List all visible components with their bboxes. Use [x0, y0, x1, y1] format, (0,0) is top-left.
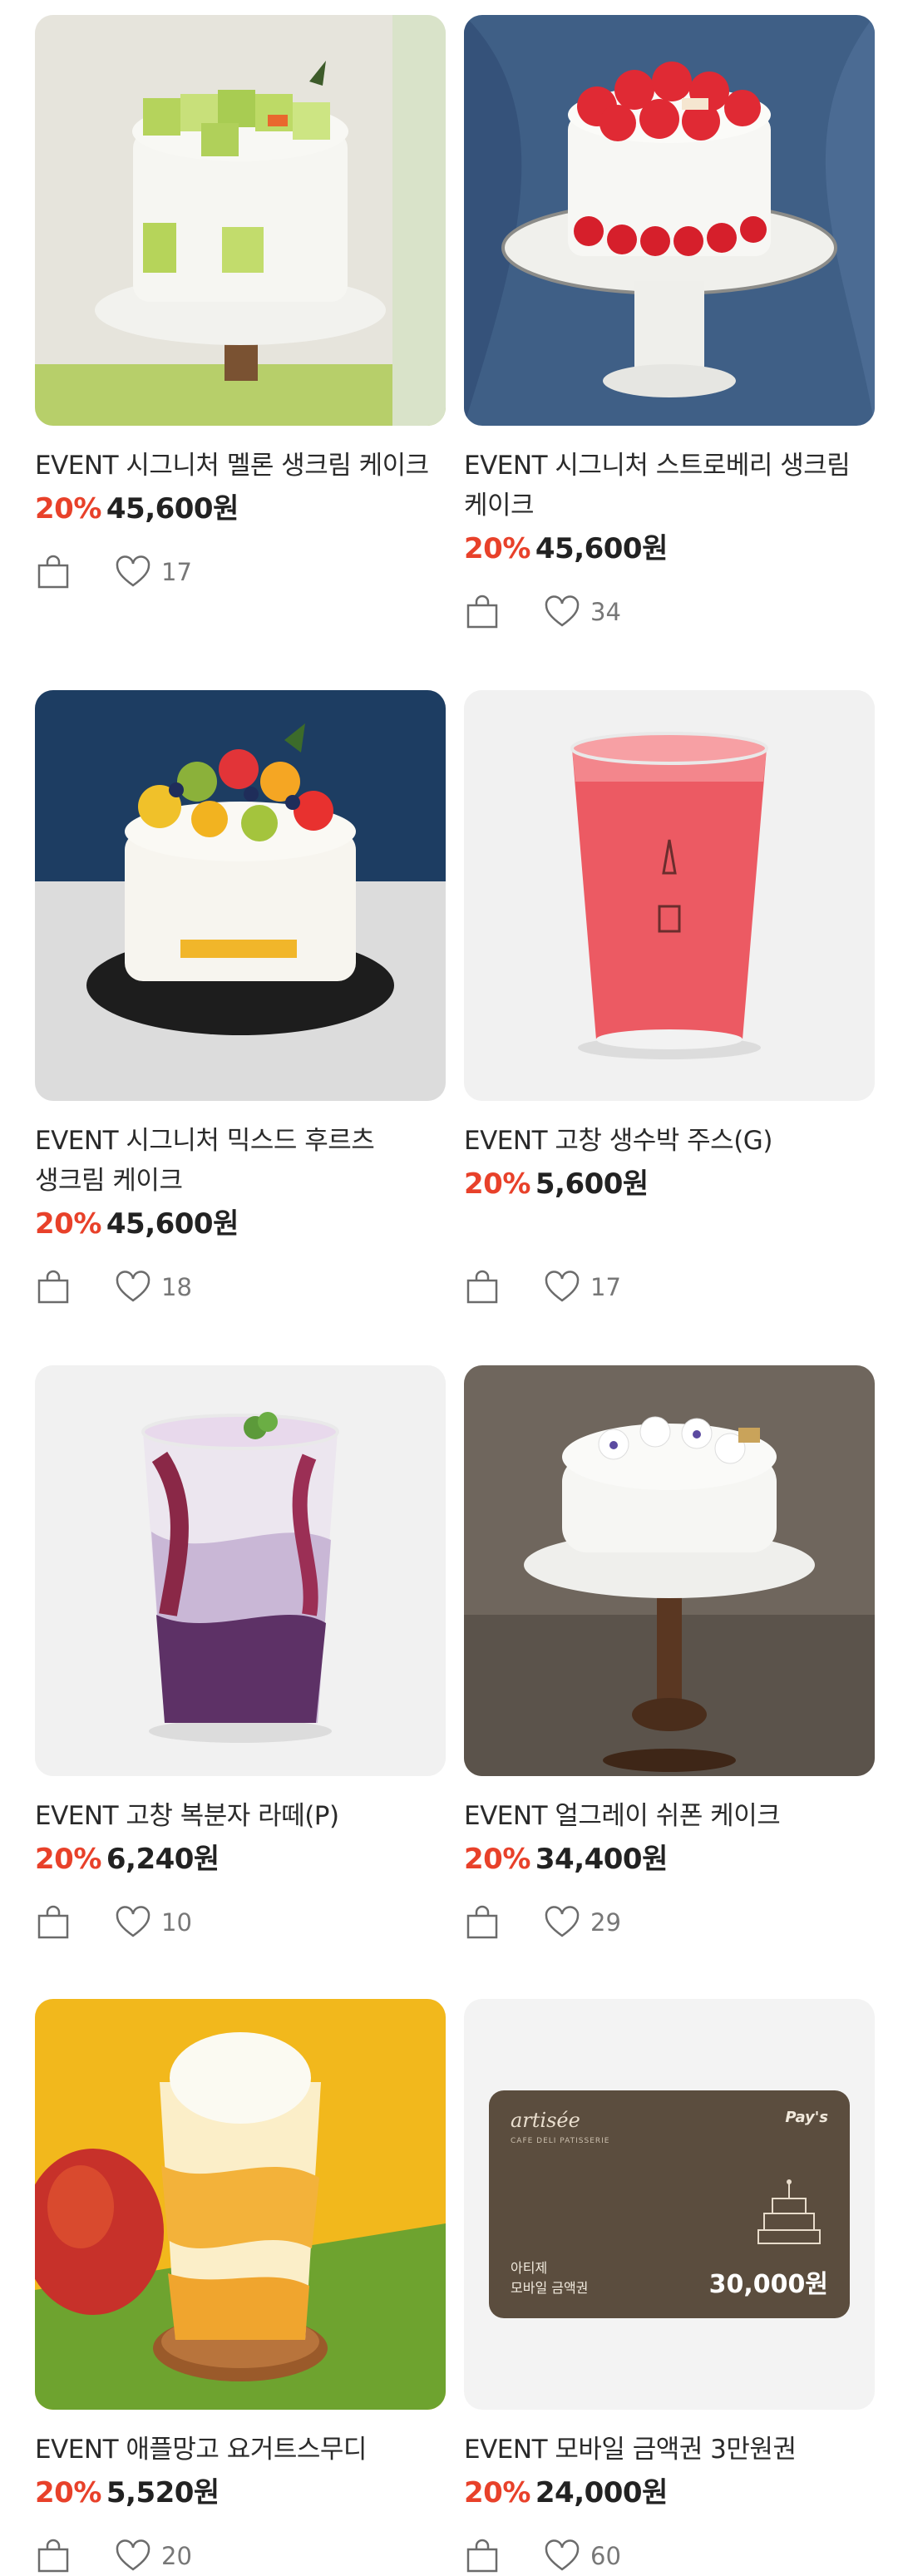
shopping-bag-icon[interactable] [464, 1904, 501, 1941]
price-row: 20% 45,600원 [35, 491, 446, 527]
shopping-bag-icon[interactable] [35, 1904, 72, 1941]
price: 45,600원 [535, 532, 668, 565]
price: 34,400원 [535, 1843, 668, 1876]
discount-rate: 20% [35, 1207, 101, 1241]
heart-outline-icon[interactable] [115, 1906, 151, 1939]
price: 24,000원 [535, 2476, 668, 2509]
product-title[interactable]: EVENT 시그니처 스트로베리 생크림 케이크 [464, 446, 875, 526]
product-title[interactable]: EVENT 시그니처 믹스드 후르츠 생크림 케이크 [35, 1121, 446, 1201]
product-title[interactable]: EVENT 고창 생수박 주스(G) [464, 1121, 875, 1161]
heart-outline-icon[interactable] [544, 595, 580, 629]
shopping-bag-icon[interactable] [35, 2538, 72, 2574]
like-count: 10 [161, 1908, 192, 1937]
shopping-bag-icon[interactable] [464, 2538, 501, 2574]
price: 45,600원 [106, 492, 239, 526]
gift-card: artisée CAFE DELI PATISSERIE Pay's 아티제 모… [489, 2090, 850, 2318]
discount-rate: 20% [35, 2476, 101, 2509]
product-card[interactable]: EVENT 시그니처 멜론 생크림 케이크 20% 45,600원 17 [35, 15, 446, 590]
shopping-bag-icon[interactable] [464, 594, 501, 630]
like-count: 34 [590, 598, 621, 626]
gift-card-label-line2: 모바일 금액권 [511, 2280, 589, 2296]
like-count: 17 [161, 558, 192, 586]
product-card[interactable]: EVENT 얼그레이 쉬폰 케이크 20% 34,400원 29 [464, 1365, 875, 1941]
product-title[interactable]: EVENT 고창 복분자 라떼(P) [35, 1796, 446, 1836]
price-row: 20% 45,600원 [35, 1206, 446, 1242]
price-row: 20% 34,400원 [464, 1841, 875, 1878]
discount-rate: 20% [464, 2476, 530, 2509]
like-count: 20 [161, 2542, 192, 2570]
card-actions: 60 [464, 2538, 875, 2574]
product-grid: EVENT 시그니처 멜론 생크림 케이크 20% 45,600원 17 EVE… [0, 0, 898, 2576]
product-card[interactable]: EVENT 시그니처 믹스드 후르츠 생크림 케이크 20% 45,600원 18 [35, 690, 446, 1305]
like-count: 18 [161, 1273, 192, 1301]
product-title[interactable]: EVENT 애플망고 요거트스무디 [35, 2430, 446, 2470]
shopping-bag-icon[interactable] [35, 554, 72, 590]
card-actions: 10 [35, 1904, 446, 1941]
product-card[interactable]: EVENT 고창 복분자 라떼(P) 20% 6,240원 10 [35, 1365, 446, 1941]
discount-rate: 20% [464, 1167, 530, 1201]
card-actions: 20 [35, 2538, 446, 2574]
product-card[interactable]: artisée CAFE DELI PATISSERIE Pay's 아티제 모… [464, 1999, 875, 2574]
gift-card-brand-sub: CAFE DELI PATISSERIE [511, 2137, 610, 2145]
heart-outline-icon[interactable] [544, 1271, 580, 1304]
price: 6,240원 [106, 1843, 220, 1876]
like-count: 29 [590, 1908, 621, 1937]
price-row: 20% 5,600원 [464, 1166, 875, 1202]
price-row: 20% 24,000원 [464, 2475, 875, 2511]
price: 5,520원 [106, 2476, 220, 2509]
heart-outline-icon[interactable] [115, 1271, 151, 1304]
product-title[interactable]: EVENT 얼그레이 쉬폰 케이크 [464, 1796, 875, 1836]
card-actions: 34 [464, 594, 875, 630]
product-image-strawberry-cake[interactable] [464, 15, 875, 426]
heart-outline-icon[interactable] [115, 555, 151, 589]
product-image-mixed-fruit-cake[interactable] [35, 690, 446, 1101]
card-actions: 17 [35, 554, 446, 590]
product-card[interactable]: EVENT 애플망고 요거트스무디 20% 5,520원 20 [35, 1999, 446, 2574]
price-row: 20% 45,600원 [464, 530, 875, 567]
price: 45,600원 [106, 1207, 239, 1241]
discount-rate: 20% [464, 532, 530, 565]
gift-card-label-line1: 아티제 [511, 2260, 548, 2276]
card-actions: 29 [464, 1904, 875, 1941]
product-image-bokbunja-latte[interactable] [35, 1365, 446, 1776]
product-image-earl-grey-chiffon-cake[interactable] [464, 1365, 875, 1776]
heart-outline-icon[interactable] [115, 2539, 151, 2573]
like-count: 60 [590, 2542, 621, 2570]
gift-card-brand: artisée [511, 2109, 580, 2132]
price-row: 20% 5,520원 [35, 2475, 446, 2511]
gift-card-amount: 30,000원 [708, 2270, 828, 2299]
price: 5,600원 [535, 1167, 649, 1201]
card-actions: 17 [464, 1269, 875, 1305]
heart-outline-icon[interactable] [544, 2539, 580, 2573]
product-card[interactable]: EVENT 시그니처 스트로베리 생크림 케이크 20% 45,600원 34 [464, 15, 875, 630]
cake-icon [752, 2174, 826, 2248]
gift-card-pays: Pay's [785, 2109, 828, 2126]
product-image-mobile-gift-card[interactable]: artisée CAFE DELI PATISSERIE Pay's 아티제 모… [464, 1999, 875, 2410]
price-row: 20% 6,240원 [35, 1841, 446, 1878]
heart-outline-icon[interactable] [544, 1906, 580, 1939]
product-image-apple-mango-smoothie[interactable] [35, 1999, 446, 2410]
discount-rate: 20% [35, 492, 101, 526]
discount-rate: 20% [464, 1843, 530, 1876]
card-actions: 18 [35, 1269, 446, 1305]
product-card[interactable]: EVENT 고창 생수박 주스(G) 20% 5,600원 17 [464, 690, 875, 1305]
product-title[interactable]: EVENT 시그니처 멜론 생크림 케이크 [35, 446, 446, 486]
product-image-watermelon-juice[interactable] [464, 690, 875, 1101]
product-title[interactable]: EVENT 모바일 금액권 3만원권 [464, 2430, 875, 2470]
product-image-melon-cake[interactable] [35, 15, 446, 426]
shopping-bag-icon[interactable] [464, 1269, 501, 1305]
discount-rate: 20% [35, 1843, 101, 1876]
like-count: 17 [590, 1273, 621, 1301]
shopping-bag-icon[interactable] [35, 1269, 72, 1305]
